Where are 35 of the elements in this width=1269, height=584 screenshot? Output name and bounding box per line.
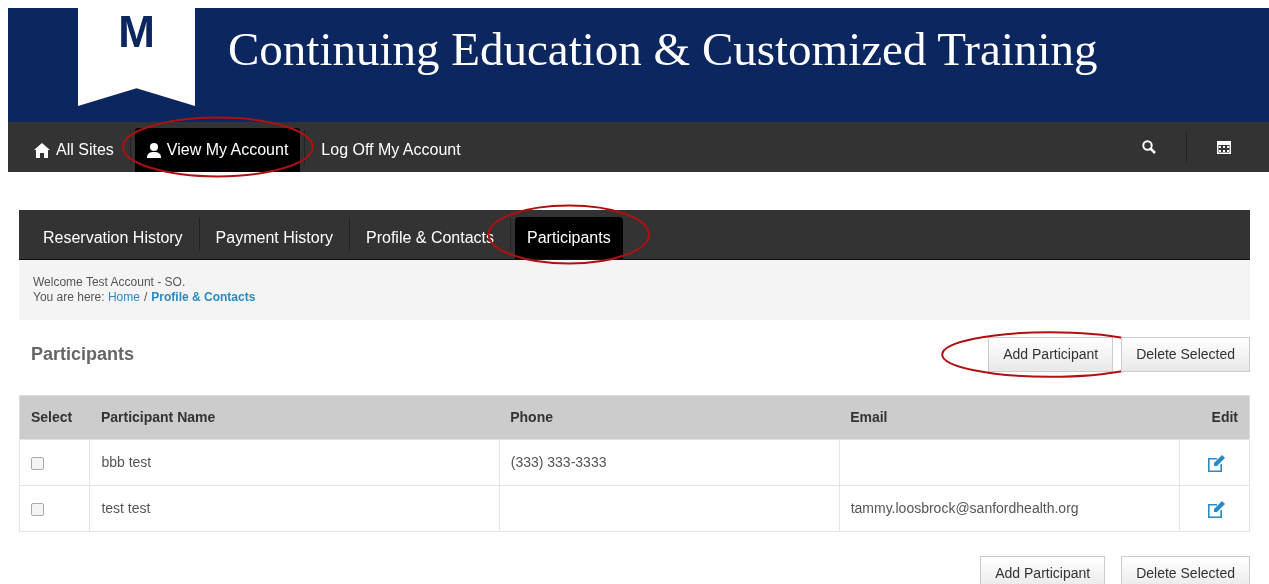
column-header: Edit [1179,395,1250,440]
column-header: Participant Name [89,395,500,440]
calendar-icon[interactable] [1217,140,1231,154]
row-checkbox[interactable] [31,502,44,516]
column-header: Phone [499,395,840,440]
action-button[interactable]: Add Participant [980,556,1106,584]
home-icon [34,142,50,158]
nav-link-item[interactable]: View My Account [134,128,301,172]
edit-icon[interactable] [1207,454,1225,472]
action-button[interactable]: Delete Selected [1121,556,1250,584]
tab[interactable]: Reservation History [31,217,195,259]
edit-icon[interactable] [1207,500,1225,518]
site-title: Continuing Education & Customized Training [228,22,1098,77]
action-button[interactable]: Add Participant [988,336,1114,372]
tab[interactable]: Participants [515,217,623,259]
action-button[interactable]: Delete Selected [1121,336,1250,372]
column-header: Email [839,395,1180,440]
breadcrumb-separator: / [143,290,148,304]
search-icon[interactable] [1142,140,1156,154]
nav-link-item[interactable]: All Sites [22,128,126,172]
breadcrumb-link[interactable]: Home [107,290,140,304]
breadcrumb-label: You are here: [33,290,106,304]
nav-link-item[interactable]: Log Off My Account [309,128,473,172]
table-cell: tammy.loosbrock@sanfordhealth.org [839,485,1180,532]
table-cell: bbb test [89,439,500,486]
user-icon [146,142,161,158]
table-cell: (333) 333-3333 [499,439,840,486]
logo: M [78,8,195,106]
table-cell: test test [89,485,500,532]
page-title: Participants [31,342,135,366]
breadcrumb-link[interactable]: Profile & Contacts [151,290,256,304]
row-checkbox[interactable] [31,456,44,470]
welcome-text: Welcome Test Account - SO. [33,275,187,290]
column-header: Select [19,395,90,440]
tab[interactable]: Payment History [203,217,345,259]
